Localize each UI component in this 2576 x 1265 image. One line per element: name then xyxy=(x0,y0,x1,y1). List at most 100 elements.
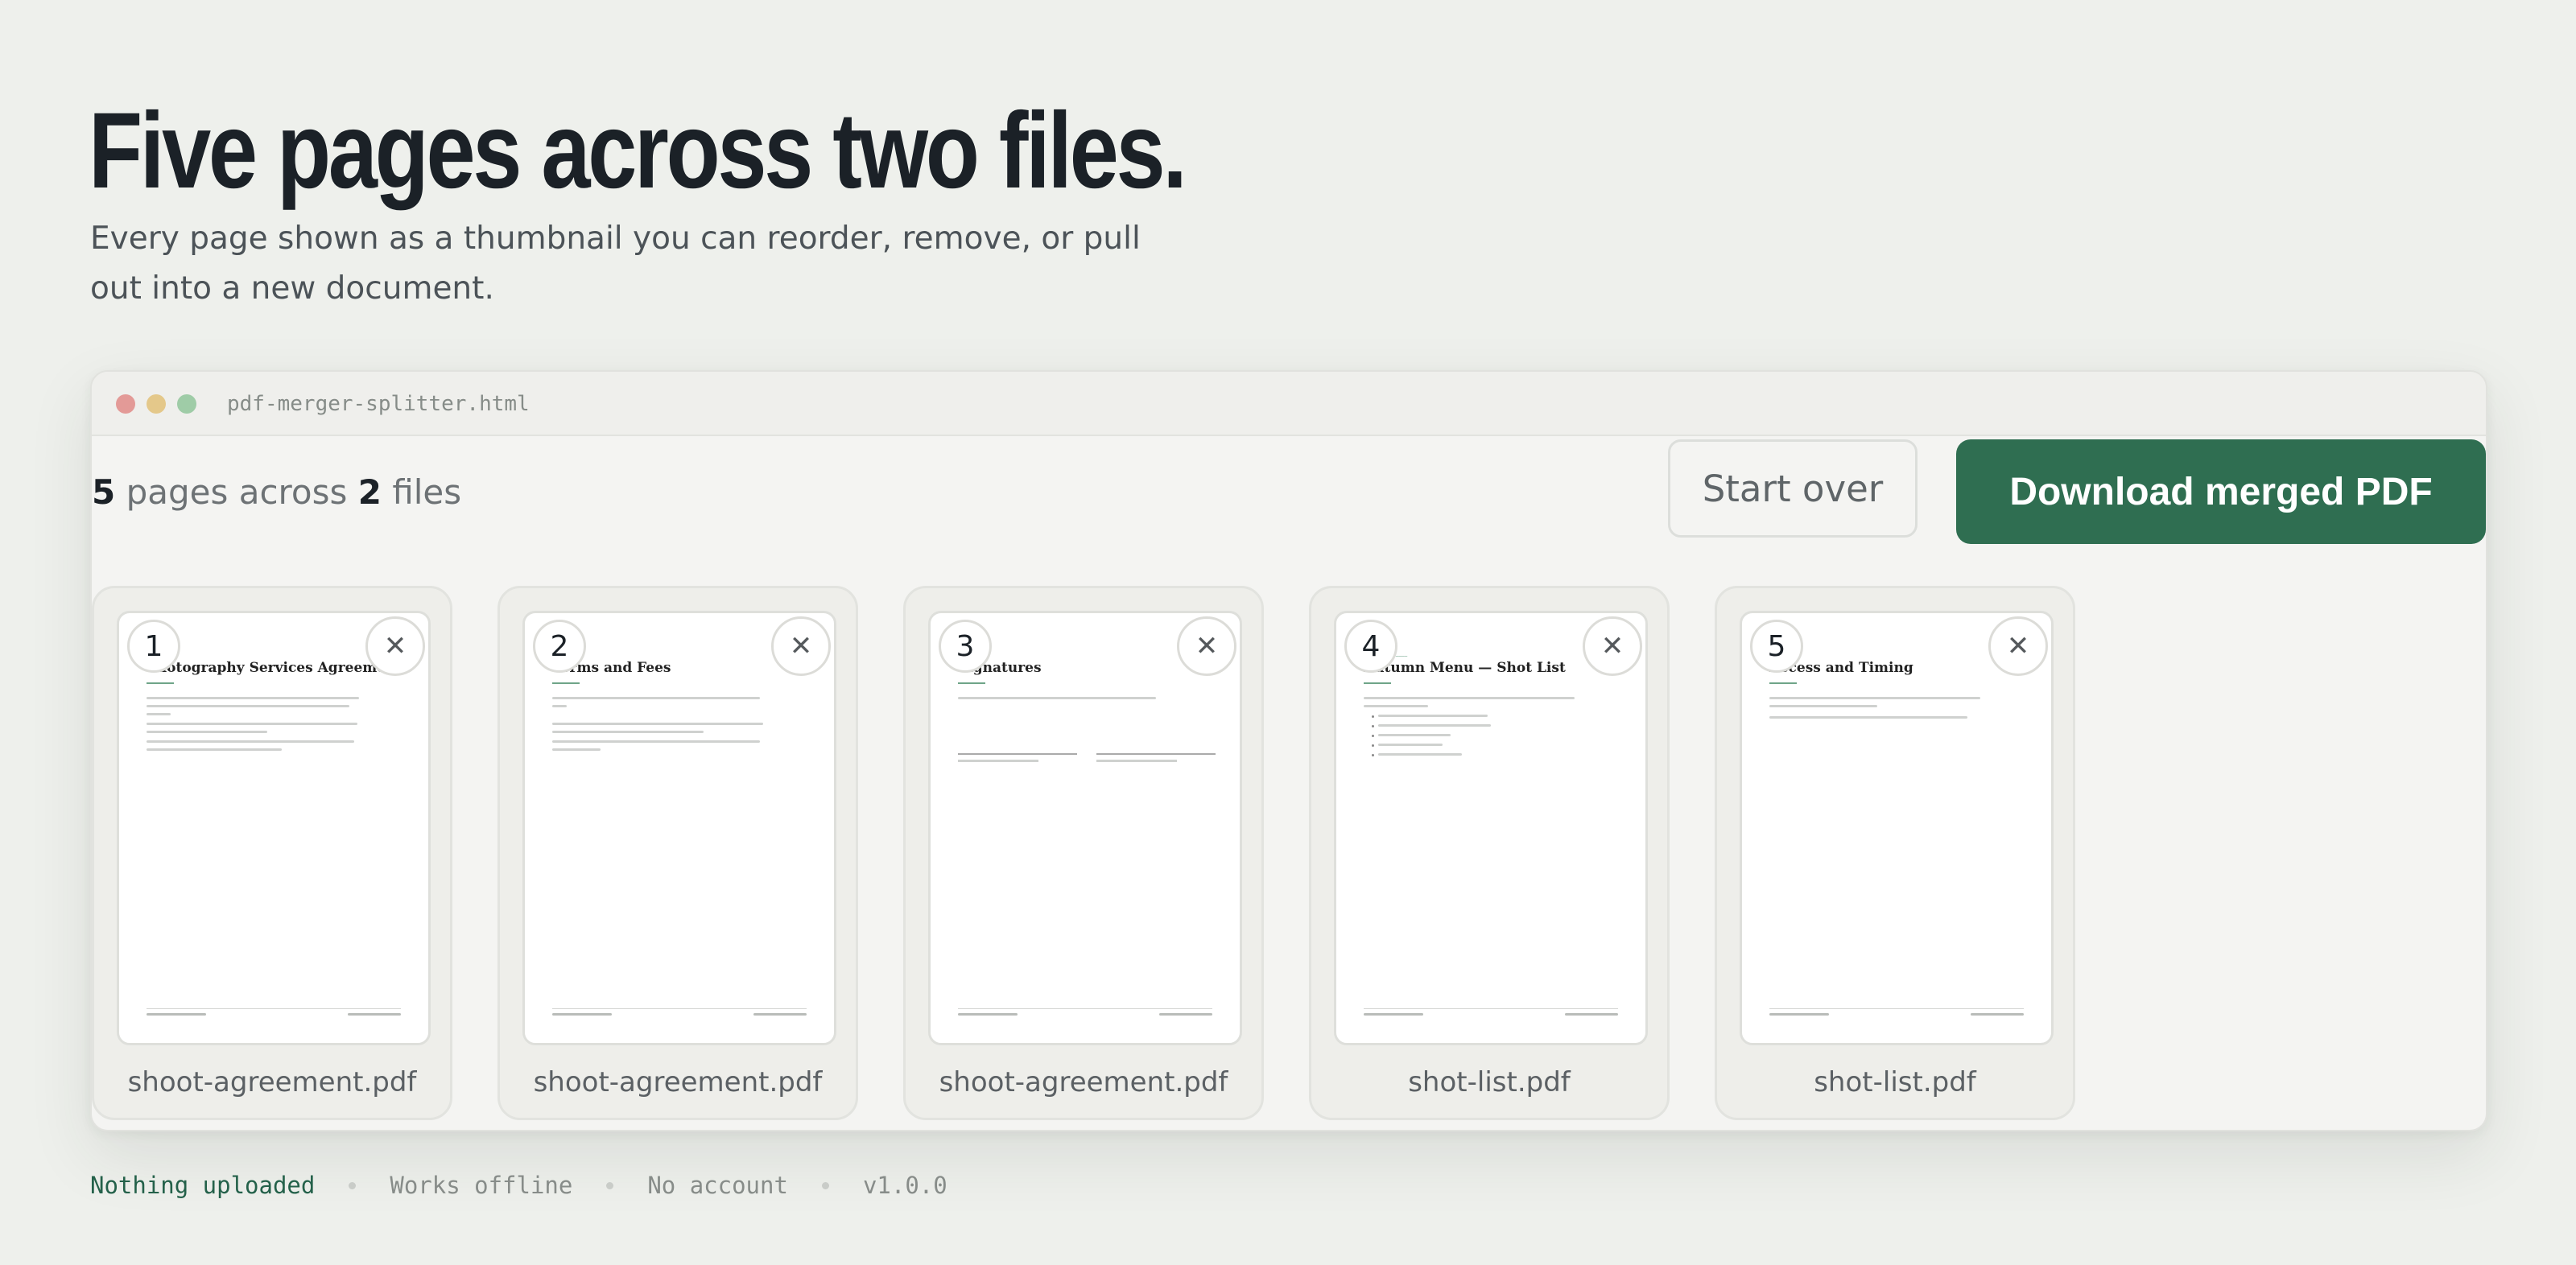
text-line xyxy=(552,740,760,743)
page-source-filename: shoot-agreement.pdf xyxy=(939,1066,1228,1098)
text-line xyxy=(1769,697,1980,699)
footer-no-account: No account xyxy=(647,1172,788,1199)
page-source-filename: shot-list.pdf xyxy=(1814,1066,1976,1098)
page-footer-right xyxy=(1159,1013,1212,1016)
page-footer-left xyxy=(1769,1013,1829,1016)
text-line xyxy=(552,731,704,733)
heading-rule xyxy=(552,682,580,684)
page-card[interactable]: —————————— ———— Autumn Menu — Shot List … xyxy=(1309,586,1670,1120)
page-subtitle: Every page shown as a thumbnail you can … xyxy=(90,220,1141,307)
text-line xyxy=(1769,716,1967,719)
text-line xyxy=(147,740,354,743)
page-footer-left xyxy=(958,1013,1018,1016)
footer-separator xyxy=(349,1181,357,1189)
footer-works-offline: Works offline xyxy=(390,1172,573,1199)
heading-rule xyxy=(958,682,985,684)
page-title: Five pages across two files. xyxy=(89,91,1187,211)
text-line xyxy=(1378,734,1451,736)
text-line xyxy=(1378,753,1462,756)
text-line xyxy=(1378,744,1443,746)
footer-status: Nothing uploaded Works offline No accoun… xyxy=(90,1168,947,1202)
page-footer-right xyxy=(1565,1013,1618,1016)
list-bullet xyxy=(1372,715,1374,718)
heading-rule xyxy=(1769,682,1797,684)
page-footer-rule xyxy=(1364,1008,1618,1009)
minimize-window-dot[interactable] xyxy=(147,394,166,414)
page-number-badge: 5 xyxy=(1750,620,1803,673)
maximize-window-dot[interactable] xyxy=(177,394,196,414)
heading-rule xyxy=(147,682,174,684)
remove-page-close-icon[interactable]: ✕ xyxy=(1583,616,1642,676)
start-over-button[interactable]: Start over xyxy=(1668,439,1918,538)
footer-version: v1.0.0 xyxy=(862,1172,947,1199)
page-count: 5 xyxy=(92,472,116,512)
page-card[interactable]: ————— — Terms and Fees 2 ✕ shoot-agreeme… xyxy=(497,586,858,1120)
heading-rule xyxy=(1364,682,1391,684)
text-line xyxy=(552,723,763,725)
text-line xyxy=(147,731,267,733)
text-line xyxy=(1364,705,1428,707)
page-number-badge: 1 xyxy=(127,620,180,673)
text-line xyxy=(1378,724,1491,727)
signature-line xyxy=(958,753,1077,755)
page-number-badge: 4 xyxy=(1344,620,1397,673)
text-line xyxy=(147,713,171,715)
page-footer-left xyxy=(1364,1013,1423,1016)
text-line xyxy=(1364,697,1575,699)
footer-separator xyxy=(821,1181,829,1189)
page-card[interactable]: ————— ——— Photography Services Agreement… xyxy=(92,586,452,1120)
text-line xyxy=(552,748,601,751)
text-line xyxy=(147,748,282,751)
text-line xyxy=(552,705,567,707)
text-line xyxy=(147,697,359,699)
list-bullet xyxy=(1372,735,1374,737)
page-card[interactable]: ————— — Access and Timing 5 ✕ shot-list.… xyxy=(1715,586,2075,1120)
text-line xyxy=(958,697,1156,699)
text-line xyxy=(147,723,357,725)
list-bullet xyxy=(1372,744,1374,747)
page-footer-right xyxy=(1971,1013,2024,1016)
page-footer-right xyxy=(753,1013,807,1016)
remove-page-close-icon[interactable]: ✕ xyxy=(1988,616,2048,676)
footer-nothing-uploaded: Nothing uploaded xyxy=(90,1172,316,1199)
page-footer-rule xyxy=(958,1008,1212,1009)
page-source-filename: shoot-agreement.pdf xyxy=(533,1066,823,1098)
download-merged-pdf-button[interactable]: Download merged PDF xyxy=(1956,439,2486,544)
page-footer-right xyxy=(348,1013,401,1016)
page-footer-left xyxy=(147,1013,206,1016)
page-source-filename: shoot-agreement.pdf xyxy=(127,1066,417,1098)
remove-page-close-icon[interactable]: ✕ xyxy=(365,616,425,676)
page-footer-rule xyxy=(1769,1008,2024,1009)
list-bullet xyxy=(1372,725,1374,727)
window-filename: pdf-merger-splitter.html xyxy=(227,392,530,416)
window-titlebar: pdf-merger-splitter.html xyxy=(92,372,2486,436)
file-count: 2 xyxy=(357,472,382,512)
page-thumbnail[interactable]: ————— — Access and Timing 5 ✕ xyxy=(1740,611,2054,1045)
close-window-dot[interactable] xyxy=(116,394,135,414)
page-summary: 5 pages across 2 files xyxy=(92,468,461,517)
remove-page-close-icon[interactable]: ✕ xyxy=(771,616,831,676)
remove-page-close-icon[interactable]: ✕ xyxy=(1177,616,1236,676)
page-thumbnail[interactable]: —————————— ———— Autumn Menu — Shot List … xyxy=(1334,611,1648,1045)
page-number-badge: 3 xyxy=(939,620,992,673)
page-thumbnail[interactable]: ————— — Signatures 3 ✕ xyxy=(928,611,1242,1045)
page-card[interactable]: ————— — Signatures 3 ✕ shoot-agreement.p… xyxy=(903,586,1264,1120)
page-thumbnail[interactable]: ————— ——— Photography Services Agreement… xyxy=(117,611,431,1045)
footer-separator xyxy=(606,1181,614,1189)
text-line xyxy=(1769,705,1877,707)
signature-label xyxy=(1096,760,1177,762)
page-source-filename: shot-list.pdf xyxy=(1408,1066,1571,1098)
page-footer-rule xyxy=(147,1008,401,1009)
text-line xyxy=(147,705,349,707)
text-line xyxy=(552,697,760,699)
files-label: files xyxy=(392,472,462,512)
app-window: pdf-merger-splitter.html 5 pages across … xyxy=(90,370,2487,1131)
signature-label xyxy=(958,760,1038,762)
list-bullet xyxy=(1372,754,1374,756)
page-number-badge: 2 xyxy=(533,620,586,673)
page-footer-rule xyxy=(552,1008,807,1009)
pages-label: pages across xyxy=(126,472,348,512)
page-thumbnail[interactable]: ————— — Terms and Fees 2 ✕ xyxy=(522,611,836,1045)
signature-line xyxy=(1096,753,1216,755)
page-footer-left xyxy=(552,1013,612,1016)
